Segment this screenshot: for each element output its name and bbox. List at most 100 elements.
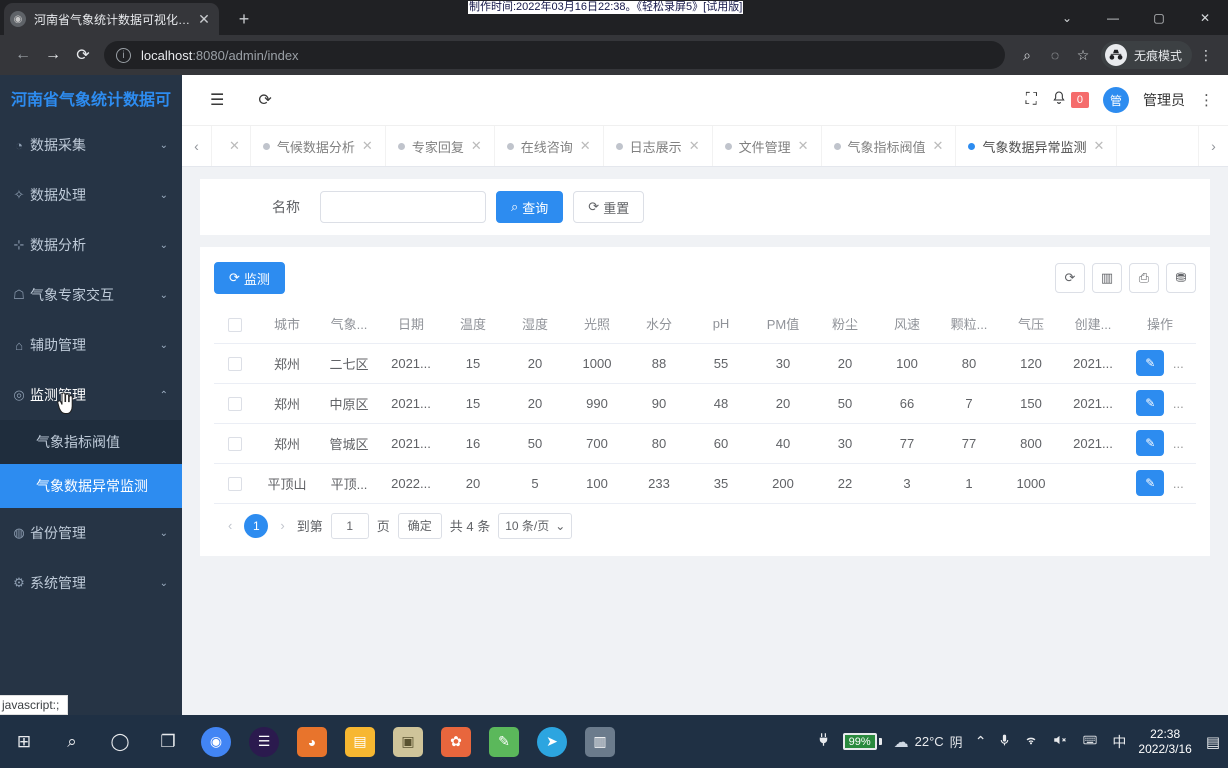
zoom-icon[interactable]: ⌕ [1013,41,1041,69]
keyboard-icon[interactable] [1080,733,1100,750]
column-header-created[interactable]: 创建... [1062,305,1124,344]
taskbar-app-editor[interactable]: ✎ [480,715,528,768]
cortana-icon[interactable]: ◯ [96,715,144,768]
prev-page-button[interactable]: ‹ [224,518,236,533]
sidebar-item-system-management[interactable]: ⚙ 系统管理 ⌄ [0,558,182,608]
column-header-city[interactable]: 城市 [256,305,318,344]
close-icon[interactable]: ✕ [1093,138,1104,154]
ime-indicator[interactable]: 中 [1112,732,1126,752]
page-tab-climate-analysis[interactable]: 气候数据分析 ✕ [251,126,386,166]
row-more-button[interactable]: ... [1173,436,1184,451]
taskbar-app-screen-recorder[interactable]: ▥ [576,715,624,768]
notification-center-icon[interactable]: ▤ [1204,733,1220,751]
taskbar-app-settings[interactable]: ✿ [432,715,480,768]
row-checkbox[interactable] [228,396,242,411]
select-all-checkbox[interactable] [228,317,242,332]
sidebar-item-expert-interaction[interactable]: ☖ 气象专家交互 ⌄ [0,270,182,320]
collapse-menu-icon[interactable]: ☰ [210,90,224,110]
sidebar-item-province-management[interactable]: ◍ 省份管理 ⌄ [0,508,182,558]
fullscreen-icon[interactable]: ⛶ [1026,91,1037,109]
edit-button[interactable]: ✎ [1136,390,1165,416]
column-header-humidity[interactable]: 湿度 [504,305,566,344]
goto-page-input[interactable] [330,512,369,539]
site-info-icon[interactable]: i [116,47,131,63]
row-checkbox[interactable] [228,356,242,371]
close-icon[interactable]: ✕ [689,138,700,154]
row-more-button[interactable]: ... [1173,356,1184,371]
taskbar-app-file-explorer[interactable]: ▤ [336,715,384,768]
bookmark-star-icon[interactable]: ☆ [1069,41,1097,69]
columns-icon[interactable]: ▥ [1092,263,1122,293]
column-header-ph[interactable]: pH [690,305,752,344]
page-size-select[interactable]: 10 条/页 ⌄ [498,512,573,539]
close-icon[interactable]: ✕ [195,10,213,28]
volume-mute-icon[interactable] [1051,733,1068,750]
reload-icon[interactable]: ⟳ [68,40,98,70]
column-header-dust[interactable]: 粉尘 [814,305,876,344]
table-row[interactable]: 平顶山 平顶... 2022... 20 5 100 233 35 200 22 [214,463,1196,504]
table-row[interactable]: 郑州 管城区 2021... 16 50 700 80 60 40 30 77 [214,423,1196,464]
sidebar-item-indicator-threshold[interactable]: 气象指标阀值 [0,420,182,464]
close-icon[interactable]: ✕ [933,138,944,154]
sidebar-item-data-collection[interactable]: ◔ 数据采集 ⌄ [0,120,182,170]
sidebar-item-data-analysis[interactable]: ⊹ 数据分析 ⌄ [0,220,182,270]
back-icon[interactable]: ← [8,40,38,70]
page-tab-expert-reply[interactable]: 专家回复 ✕ [386,126,495,166]
edit-button[interactable]: ✎ [1136,470,1165,496]
user-name[interactable]: 管理员 [1143,90,1185,110]
refresh-icon[interactable]: ⟳ [258,90,271,110]
reset-button[interactable]: ⟳ 重置 [573,191,645,223]
sidebar-item-anomaly-monitoring[interactable]: 气象数据异常监测 [0,464,182,508]
eye-slash-icon[interactable]: ◌ [1041,41,1069,69]
minimize-button[interactable]: — [1090,0,1136,35]
print-icon[interactable]: ⎙ [1129,263,1159,293]
row-more-button[interactable]: ... [1173,396,1184,411]
notification-area[interactable]: 0 [1051,90,1089,111]
close-icon[interactable]: ✕ [798,138,809,154]
sidebar-item-monitoring-management[interactable]: ◎ 监测管理 ⌃ [0,370,182,420]
search-input[interactable] [320,191,486,223]
taskbar-app-chrome[interactable]: ◉ [192,715,240,768]
page-tab-indicator-threshold[interactable]: 气象指标阀值 ✕ [822,126,957,166]
edit-button[interactable]: ✎ [1136,430,1165,456]
column-header-moisture[interactable]: 水分 [628,305,690,344]
tabs-scroll-left-button[interactable]: ‹ [182,126,212,166]
forward-icon[interactable]: → [38,40,68,70]
edit-button[interactable]: ✎ [1136,350,1165,376]
page-tab-file-management[interactable]: 文件管理 ✕ [713,126,822,166]
taskbar-app-folder[interactable]: ▣ [384,715,432,768]
browser-menu-icon[interactable]: ⋮ [1192,41,1220,69]
table-row[interactable]: 郑州 二七区 2021... 15 20 1000 88 55 30 20 10 [214,343,1196,384]
chevron-down-icon[interactable]: ⌄ [1044,0,1090,35]
taskbar-app-wechat[interactable]: ◕ [288,715,336,768]
maximize-button[interactable]: ▢ [1136,0,1182,35]
refresh-icon[interactable]: ⟳ [1055,263,1085,293]
row-checkbox[interactable] [228,436,242,451]
start-button-icon[interactable]: ⊞ [0,715,48,768]
taskbar-app-edge-dev[interactable]: ☰ [240,715,288,768]
incognito-indicator[interactable]: 无痕模式 [1100,41,1192,69]
wifi-icon[interactable] [1023,733,1039,750]
table-row[interactable]: 郑州 中原区 2021... 15 20 990 90 48 20 50 66 [214,383,1196,424]
battery-indicator[interactable]: 99% [842,733,882,750]
new-tab-button[interactable]: + [232,8,256,32]
column-header-light[interactable]: 光照 [566,305,628,344]
window-close-button[interactable]: ✕ [1182,0,1228,35]
sidebar-item-data-processing[interactable]: ✧ 数据处理 ⌄ [0,170,182,220]
page-tab-anomaly-monitoring[interactable]: 气象数据异常监测 ✕ [956,126,1118,166]
column-header-particles[interactable]: 颗粒... [938,305,1000,344]
address-bar[interactable]: i localhost:8080/admin/index [104,41,1005,69]
column-header-wind-speed[interactable]: 风速 [876,305,938,344]
tabs-scroll-right-button[interactable]: › [1198,126,1228,166]
goto-confirm-button[interactable]: 确定 [397,512,442,539]
microphone-icon[interactable] [998,732,1011,751]
page-tab-partial[interactable]: ✕ [212,126,251,166]
clock[interactable]: 22:38 2022/3/16 [1138,727,1191,757]
row-checkbox[interactable] [228,476,242,491]
avatar[interactable]: 管 [1103,87,1129,113]
monitor-button[interactable]: ⟳ 监测 [214,262,285,294]
column-header-station[interactable]: 气象... [318,305,380,344]
more-menu-icon[interactable]: ⋮ [1199,91,1214,109]
page-number-1[interactable]: 1 [244,513,269,538]
page-tab-log-display[interactable]: 日志展示 ✕ [604,126,713,166]
